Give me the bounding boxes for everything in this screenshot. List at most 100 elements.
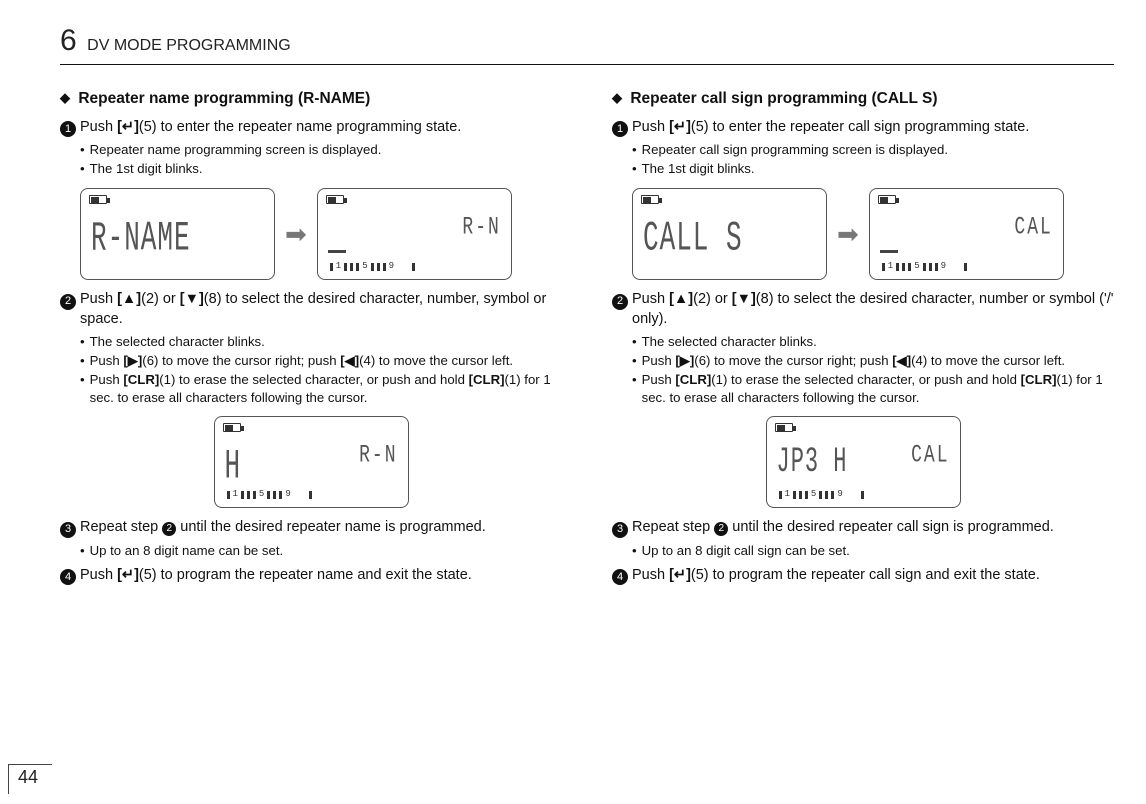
two-column-layout: ◆ Repeater name programming (R-NAME) 1 P… xyxy=(60,83,1114,589)
key-clr: [CLR] xyxy=(675,372,711,387)
text: Repeater name programming screen is disp… xyxy=(90,141,382,159)
diamond-icon: ◆ xyxy=(612,90,622,105)
cursor-icon xyxy=(880,250,898,253)
text: Repeater call sign programming screen is… xyxy=(642,141,948,159)
cursor-icon xyxy=(328,250,346,253)
text: Push xyxy=(90,353,124,368)
text: until the desired repeater call sign is … xyxy=(728,519,1054,535)
text: (4) to move the cursor left. xyxy=(911,353,1065,368)
left-step3-bullets: Up to an 8 digit name can be set. xyxy=(80,542,562,560)
key-clr: [CLR] xyxy=(123,372,159,387)
lcd-display: R-NAME xyxy=(80,188,275,280)
bullet: The 1st digit blinks. xyxy=(632,160,1114,178)
left-step-4: 4 Push [↵](5) to program the repeater na… xyxy=(60,566,562,586)
circled-4-icon: 4 xyxy=(60,569,76,585)
lcd-display: H R-N 159 xyxy=(214,416,409,508)
battery-icon xyxy=(775,423,793,432)
left-lcd-single: H R-N 159 xyxy=(60,416,562,508)
text: until the desired repeater name is progr… xyxy=(176,519,486,535)
text: Push xyxy=(632,119,669,135)
right-section-title: ◆ Repeater call sign programming (CALL S… xyxy=(612,89,1114,110)
key-right: [▶] xyxy=(675,353,694,368)
text: (2) or xyxy=(141,291,180,307)
key-clr: [CLR] xyxy=(469,372,505,387)
battery-icon xyxy=(641,195,659,204)
circled-2-ref-icon: 2 xyxy=(162,522,176,536)
text: The selected character blinks. xyxy=(90,333,265,351)
text: Push xyxy=(90,372,124,387)
key-down: [▼] xyxy=(180,291,204,307)
bullet: Repeater name programming screen is disp… xyxy=(80,141,562,159)
lcd-big-text: CALL S xyxy=(643,211,743,267)
left-column: ◆ Repeater name programming (R-NAME) 1 P… xyxy=(60,83,562,589)
battery-icon xyxy=(326,195,344,204)
key-enter: [↵] xyxy=(669,567,691,583)
lcd-scale: 159 xyxy=(227,489,396,501)
left-lcd-row-1: R-NAME ➡ R-N 159 xyxy=(80,188,562,280)
lcd-display: CAL 159 xyxy=(869,188,1064,280)
lcd-big-text: JP3 H xyxy=(777,439,848,487)
battery-icon xyxy=(223,423,241,432)
key-up: [▲] xyxy=(117,291,141,307)
bullet: Push [▶](6) to move the cursor right; pu… xyxy=(80,352,562,370)
ticks: 159 xyxy=(779,491,843,499)
left-step-2: 2 Push [▲](2) or [▼](8) to select the de… xyxy=(60,290,562,329)
lcd-small-text: CAL xyxy=(911,439,949,473)
lcd-big-text: H xyxy=(225,439,242,495)
lcd-big-text: R-NAME xyxy=(91,211,191,267)
circled-2-icon: 2 xyxy=(612,294,628,310)
circled-3-icon: 3 xyxy=(612,522,628,538)
right-step-2: 2 Push [▲](2) or [▼](8) to select the de… xyxy=(612,290,1114,329)
title-text: Repeater name programming (R-NAME) xyxy=(78,90,370,107)
text: Push xyxy=(642,372,676,387)
circled-2-ref-icon: 2 xyxy=(714,522,728,536)
text: (6) to move the cursor right; push xyxy=(694,353,892,368)
bullet: Repeater call sign programming screen is… xyxy=(632,141,1114,159)
lcd-scale: 159 xyxy=(330,261,499,273)
bullet: Up to an 8 digit call sign can be set. xyxy=(632,542,1114,560)
right-column: ◆ Repeater call sign programming (CALL S… xyxy=(612,83,1114,589)
battery-icon xyxy=(89,195,107,204)
circled-3-icon: 3 xyxy=(60,522,76,538)
key-right: [▶] xyxy=(123,353,142,368)
left-step-1: 1 Push [↵](5) to enter the repeater name… xyxy=(60,118,562,138)
bullet: The selected character blinks. xyxy=(80,333,562,351)
ticks xyxy=(309,491,312,499)
left-section-title: ◆ Repeater name programming (R-NAME) xyxy=(60,89,562,110)
text: Push xyxy=(80,291,117,307)
bullet: Push [CLR](1) to erase the selected char… xyxy=(632,371,1114,407)
lcd-small-text: R-N xyxy=(462,211,500,245)
right-step3-bullets: Up to an 8 digit call sign can be set. xyxy=(632,542,1114,560)
circled-1-icon: 1 xyxy=(612,121,628,137)
text: Push xyxy=(642,353,676,368)
circled-1-icon: 1 xyxy=(60,121,76,137)
bullet: Push [▶](6) to move the cursor right; pu… xyxy=(632,352,1114,370)
header-rule xyxy=(60,64,1114,65)
circled-2-icon: 2 xyxy=(60,294,76,310)
text: Repeat step xyxy=(80,519,162,535)
key-left: [◀] xyxy=(892,353,911,368)
right-step1-bullets: Repeater call sign programming screen is… xyxy=(632,141,1114,178)
text: (2) or xyxy=(693,291,732,307)
ticks: 159 xyxy=(882,263,946,271)
text: (4) to move the cursor left. xyxy=(359,353,513,368)
right-step-1: 1 Push [↵](5) to enter the repeater call… xyxy=(612,118,1114,138)
lcd-small-text: R-N xyxy=(359,439,397,473)
text: (5) to enter the repeater name programmi… xyxy=(139,119,461,135)
text: (1) to erase the selected character, or … xyxy=(159,372,468,387)
lcd-scale: 159 xyxy=(779,489,948,501)
key-up: [▲] xyxy=(669,291,693,307)
left-step-3: 3 Repeat step 2 until the desired repeat… xyxy=(60,518,562,538)
diamond-icon: ◆ xyxy=(60,90,70,105)
text: (5) to program the repeater call sign an… xyxy=(691,567,1040,583)
lcd-display: R-N 159 xyxy=(317,188,512,280)
lcd-scale: 159 xyxy=(882,261,1051,273)
left-step2-bullets: The selected character blinks. Push [▶](… xyxy=(80,333,562,406)
text: Up to an 8 digit name can be set. xyxy=(90,542,284,560)
chapter-title: DV MODE PROGRAMMING xyxy=(87,37,291,54)
title-text: Repeater call sign programming (CALL S) xyxy=(630,90,937,107)
key-enter: [↵] xyxy=(117,119,139,135)
key-down: [▼] xyxy=(732,291,756,307)
lcd-display: CALL S xyxy=(632,188,827,280)
left-step1-bullets: Repeater name programming screen is disp… xyxy=(80,141,562,178)
